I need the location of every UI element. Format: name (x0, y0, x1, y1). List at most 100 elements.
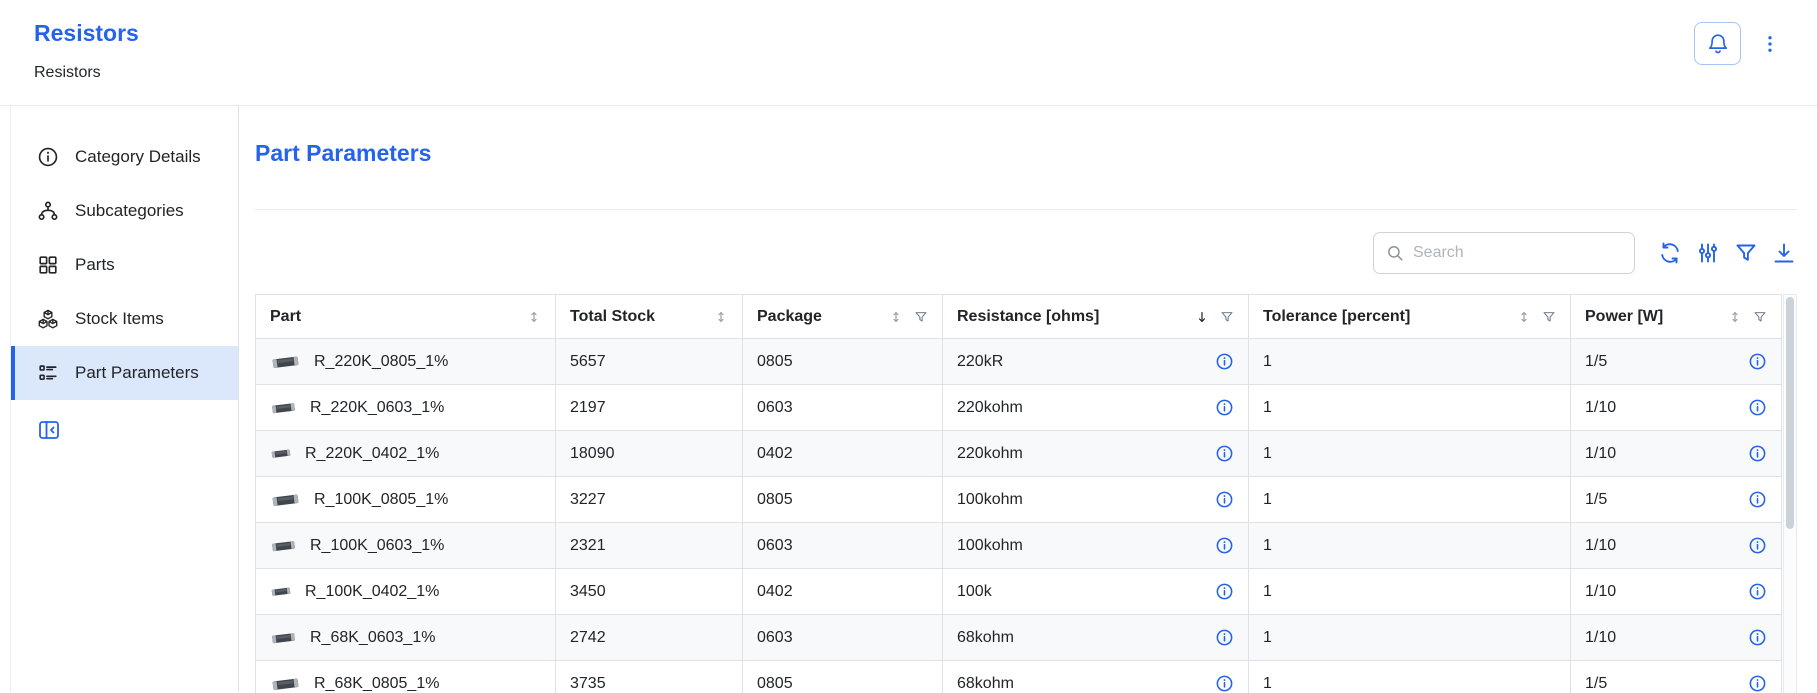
info-circle-icon[interactable] (1748, 352, 1767, 371)
tolerance-value: 1 (1263, 583, 1272, 600)
part-thumbnail-icon (270, 630, 297, 646)
table-row[interactable]: R_100K_0603_1%23210603100kohm11/10 (256, 523, 1782, 569)
table-row[interactable]: R_220K_0805_1%56570805220kR11/5 (256, 339, 1782, 385)
part-name: R_220K_0603_1% (310, 399, 444, 417)
cell-package: 0805 (743, 339, 943, 385)
sidebar-items: Category DetailsSubcategoriesPartsStock … (11, 130, 238, 400)
tolerance-value: 1 (1263, 629, 1272, 646)
part-name: R_220K_0805_1% (314, 353, 448, 371)
sort-desc-icon[interactable] (1195, 310, 1209, 324)
info-circle-icon[interactable] (1748, 444, 1767, 463)
cell-tolerance: 1 (1249, 523, 1571, 569)
info-circle-icon[interactable] (1748, 398, 1767, 417)
package-value: 0603 (757, 399, 793, 416)
overflow-menu-button[interactable] (1759, 22, 1781, 65)
cell-part: R_100K_0805_1% (256, 477, 556, 523)
section-title: Part Parameters (255, 140, 1797, 167)
column-settings-button[interactable] (1695, 240, 1721, 266)
sidebar-item-subcategories[interactable]: Subcategories (11, 184, 238, 238)
info-circle-icon[interactable] (1748, 628, 1767, 647)
sort-icon[interactable] (1517, 310, 1531, 324)
bell-icon (1707, 33, 1729, 55)
refresh-button[interactable] (1657, 240, 1683, 266)
table-row[interactable]: R_100K_0805_1%32270805100kohm11/5 (256, 477, 1782, 523)
cell-tolerance: 1 (1249, 385, 1571, 431)
tolerance-value: 1 (1263, 537, 1272, 554)
column-header-total-stock[interactable]: Total Stock (556, 295, 743, 339)
cell-tolerance: 1 (1249, 477, 1571, 523)
column-label: Total Stock (570, 308, 655, 326)
cell-part: R_100K_0603_1% (256, 523, 556, 569)
column-filter-icon[interactable] (1220, 310, 1234, 324)
download-icon (1772, 241, 1796, 265)
info-circle-icon[interactable] (1215, 490, 1234, 509)
cell-package: 0603 (743, 523, 943, 569)
info-circle-icon[interactable] (1748, 674, 1767, 693)
column-label: Power [W] (1585, 308, 1663, 326)
package-value: 0805 (757, 675, 793, 692)
sort-icon[interactable] (889, 310, 903, 324)
collapse-sidebar-button[interactable] (37, 418, 61, 445)
cell-part: R_100K_0402_1% (256, 569, 556, 615)
tolerance-value: 1 (1263, 675, 1272, 692)
cell-power: 1/10 (1571, 431, 1782, 477)
cell-package: 0402 (743, 431, 943, 477)
table-row[interactable]: R_68K_0603_1%2742060368kohm11/10 (256, 615, 1782, 661)
sidebar-item-part-parameters[interactable]: Part Parameters (11, 346, 238, 400)
list-details-icon (37, 362, 59, 384)
column-filter-icon[interactable] (914, 310, 928, 324)
power-value: 1/5 (1585, 353, 1607, 371)
sidebar-item-parts[interactable]: Parts (11, 238, 238, 292)
table-row[interactable]: R_220K_0402_1%180900402220kohm11/10 (256, 431, 1782, 477)
cell-power: 1/10 (1571, 523, 1782, 569)
sidebar-item-stock-items[interactable]: Stock Items (11, 292, 238, 346)
table-scrollbar-thumb[interactable] (1786, 297, 1794, 529)
sort-icon[interactable] (714, 310, 728, 324)
cell-power: 1/10 (1571, 569, 1782, 615)
info-icon (37, 146, 59, 168)
info-circle-icon[interactable] (1748, 536, 1767, 555)
column-header-power-w[interactable]: Power [W] (1571, 295, 1782, 339)
info-circle-icon[interactable] (1215, 582, 1234, 601)
part-thumbnail-icon (270, 491, 301, 509)
info-circle-icon[interactable] (1215, 352, 1234, 371)
resistance-value: 68kohm (957, 675, 1014, 693)
info-circle-icon[interactable] (1215, 674, 1234, 693)
filter-button[interactable] (1733, 240, 1759, 266)
sort-icon[interactable] (1728, 310, 1742, 324)
table-scrollbar[interactable] (1783, 294, 1797, 693)
table-row[interactable]: R_68K_0805_1%3735080568kohm11/5 (256, 661, 1782, 693)
cell-tolerance: 1 (1249, 615, 1571, 661)
search-input[interactable] (1413, 244, 1622, 262)
sort-icon[interactable] (527, 310, 541, 324)
info-circle-icon[interactable] (1215, 444, 1234, 463)
column-header-tolerance-percent[interactable]: Tolerance [percent] (1249, 295, 1571, 339)
cell-total-stock: 2197 (556, 385, 743, 431)
column-header-resistance-ohms[interactable]: Resistance [ohms] (943, 295, 1249, 339)
column-filter-icon[interactable] (1542, 310, 1556, 324)
part-parameters-table: Part Total Stock PackageResistance [ohms]T… (255, 294, 1782, 693)
search-box[interactable] (1373, 232, 1635, 274)
table-row[interactable]: R_100K_0402_1%34500402100k11/10 (256, 569, 1782, 615)
notifications-button[interactable] (1694, 22, 1741, 65)
part-name: R_100K_0402_1% (305, 583, 439, 601)
column-header-package[interactable]: Package (743, 295, 943, 339)
info-circle-icon[interactable] (1215, 536, 1234, 555)
info-circle-icon[interactable] (1748, 490, 1767, 509)
info-circle-icon[interactable] (1748, 582, 1767, 601)
download-button[interactable] (1771, 240, 1797, 266)
part-name: R_220K_0402_1% (305, 445, 439, 463)
cell-part: R_68K_0603_1% (256, 615, 556, 661)
part-thumbnail-icon (270, 400, 297, 416)
info-circle-icon[interactable] (1215, 628, 1234, 647)
cell-resistance: 100k (943, 569, 1249, 615)
sidebar-item-category-details[interactable]: Category Details (11, 130, 238, 184)
column-filter-icon[interactable] (1753, 310, 1767, 324)
info-circle-icon[interactable] (1215, 398, 1234, 417)
toolbar-buttons (1657, 240, 1797, 266)
column-header-part[interactable]: Part (256, 295, 556, 339)
table-row[interactable]: R_220K_0603_1%21970603220kohm11/10 (256, 385, 1782, 431)
cell-resistance: 220kohm (943, 431, 1249, 477)
cell-total-stock: 3450 (556, 569, 743, 615)
section-divider (255, 209, 1797, 210)
